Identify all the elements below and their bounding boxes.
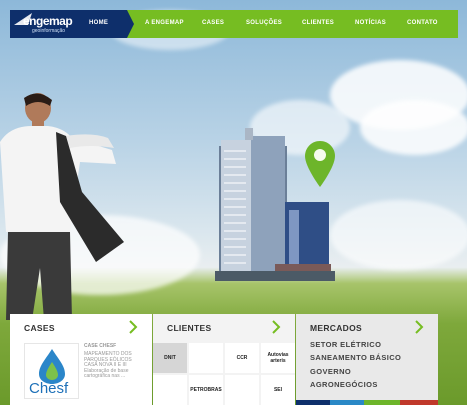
nav-cases[interactable]: CASES <box>202 20 224 26</box>
market-item[interactable]: GOVERNO <box>310 367 351 376</box>
cases-chevron-icon[interactable] <box>128 320 138 334</box>
color-strip <box>364 400 400 405</box>
nav-home-label[interactable]: HOME <box>89 20 108 26</box>
brand-logo[interactable]: engemap geoinformação <box>10 10 78 38</box>
client-logo[interactable]: PETROBRAS <box>189 375 223 405</box>
color-strip <box>400 400 438 405</box>
client-logo-text: PETROBRAS <box>190 387 222 393</box>
color-strip <box>296 400 330 405</box>
client-logo[interactable] <box>225 375 259 405</box>
client-logo[interactable]: Autovias arteris <box>261 343 295 373</box>
businessman-illustration <box>0 93 124 320</box>
mercados-title: MERCADOS <box>310 323 362 333</box>
cloud <box>330 200 467 270</box>
client-logo[interactable]: DNIT <box>153 343 187 373</box>
clientes-chevron-icon[interactable] <box>271 320 281 334</box>
client-logo-text: CCR <box>236 355 248 361</box>
client-logo-text: SEI <box>273 387 283 393</box>
nav-clientes[interactable]: CLIENTES <box>302 20 334 26</box>
brand-tagline: geoinformação <box>32 28 66 34</box>
case-description: MAPEAMENTO DOS PARQUES EÓLICOS CASA NOVA… <box>84 351 132 380</box>
case-logo[interactable]: Chesf <box>24 343 79 399</box>
mercados-chevron-icon[interactable] <box>414 320 424 334</box>
market-item[interactable]: AGRONEGÓCIOS <box>310 380 378 389</box>
nav-a-engemap[interactable]: A ENGEMAP <box>145 20 184 26</box>
nav-contato[interactable]: CONTATO <box>407 20 438 26</box>
clientes-title: CLIENTES <box>167 323 212 333</box>
client-logo[interactable] <box>153 375 187 405</box>
client-logo[interactable]: SEI <box>261 375 295 405</box>
case-logo-text: Chesf <box>29 380 69 397</box>
client-logo[interactable] <box>189 343 223 373</box>
client-logo-text: DNIT <box>164 355 176 361</box>
cases-title: CASES <box>24 323 55 333</box>
brand-name: engemap <box>23 14 73 28</box>
location-pin-icon <box>305 141 335 187</box>
market-item[interactable]: SETOR ELÉTRICO <box>310 340 381 349</box>
market-item[interactable]: SANEAMENTO BÁSICO <box>310 353 401 362</box>
case-title[interactable]: CASE CHESF <box>84 343 116 349</box>
nav-solucoes[interactable]: SOLUÇÕES <box>246 20 282 26</box>
cloud <box>360 100 467 155</box>
client-logo-text: Autovias arteris <box>267 352 289 364</box>
client-logo[interactable]: CCR <box>225 343 259 373</box>
nav-noticias[interactable]: NOTÍCIAS <box>355 20 386 26</box>
color-strip <box>330 400 364 405</box>
